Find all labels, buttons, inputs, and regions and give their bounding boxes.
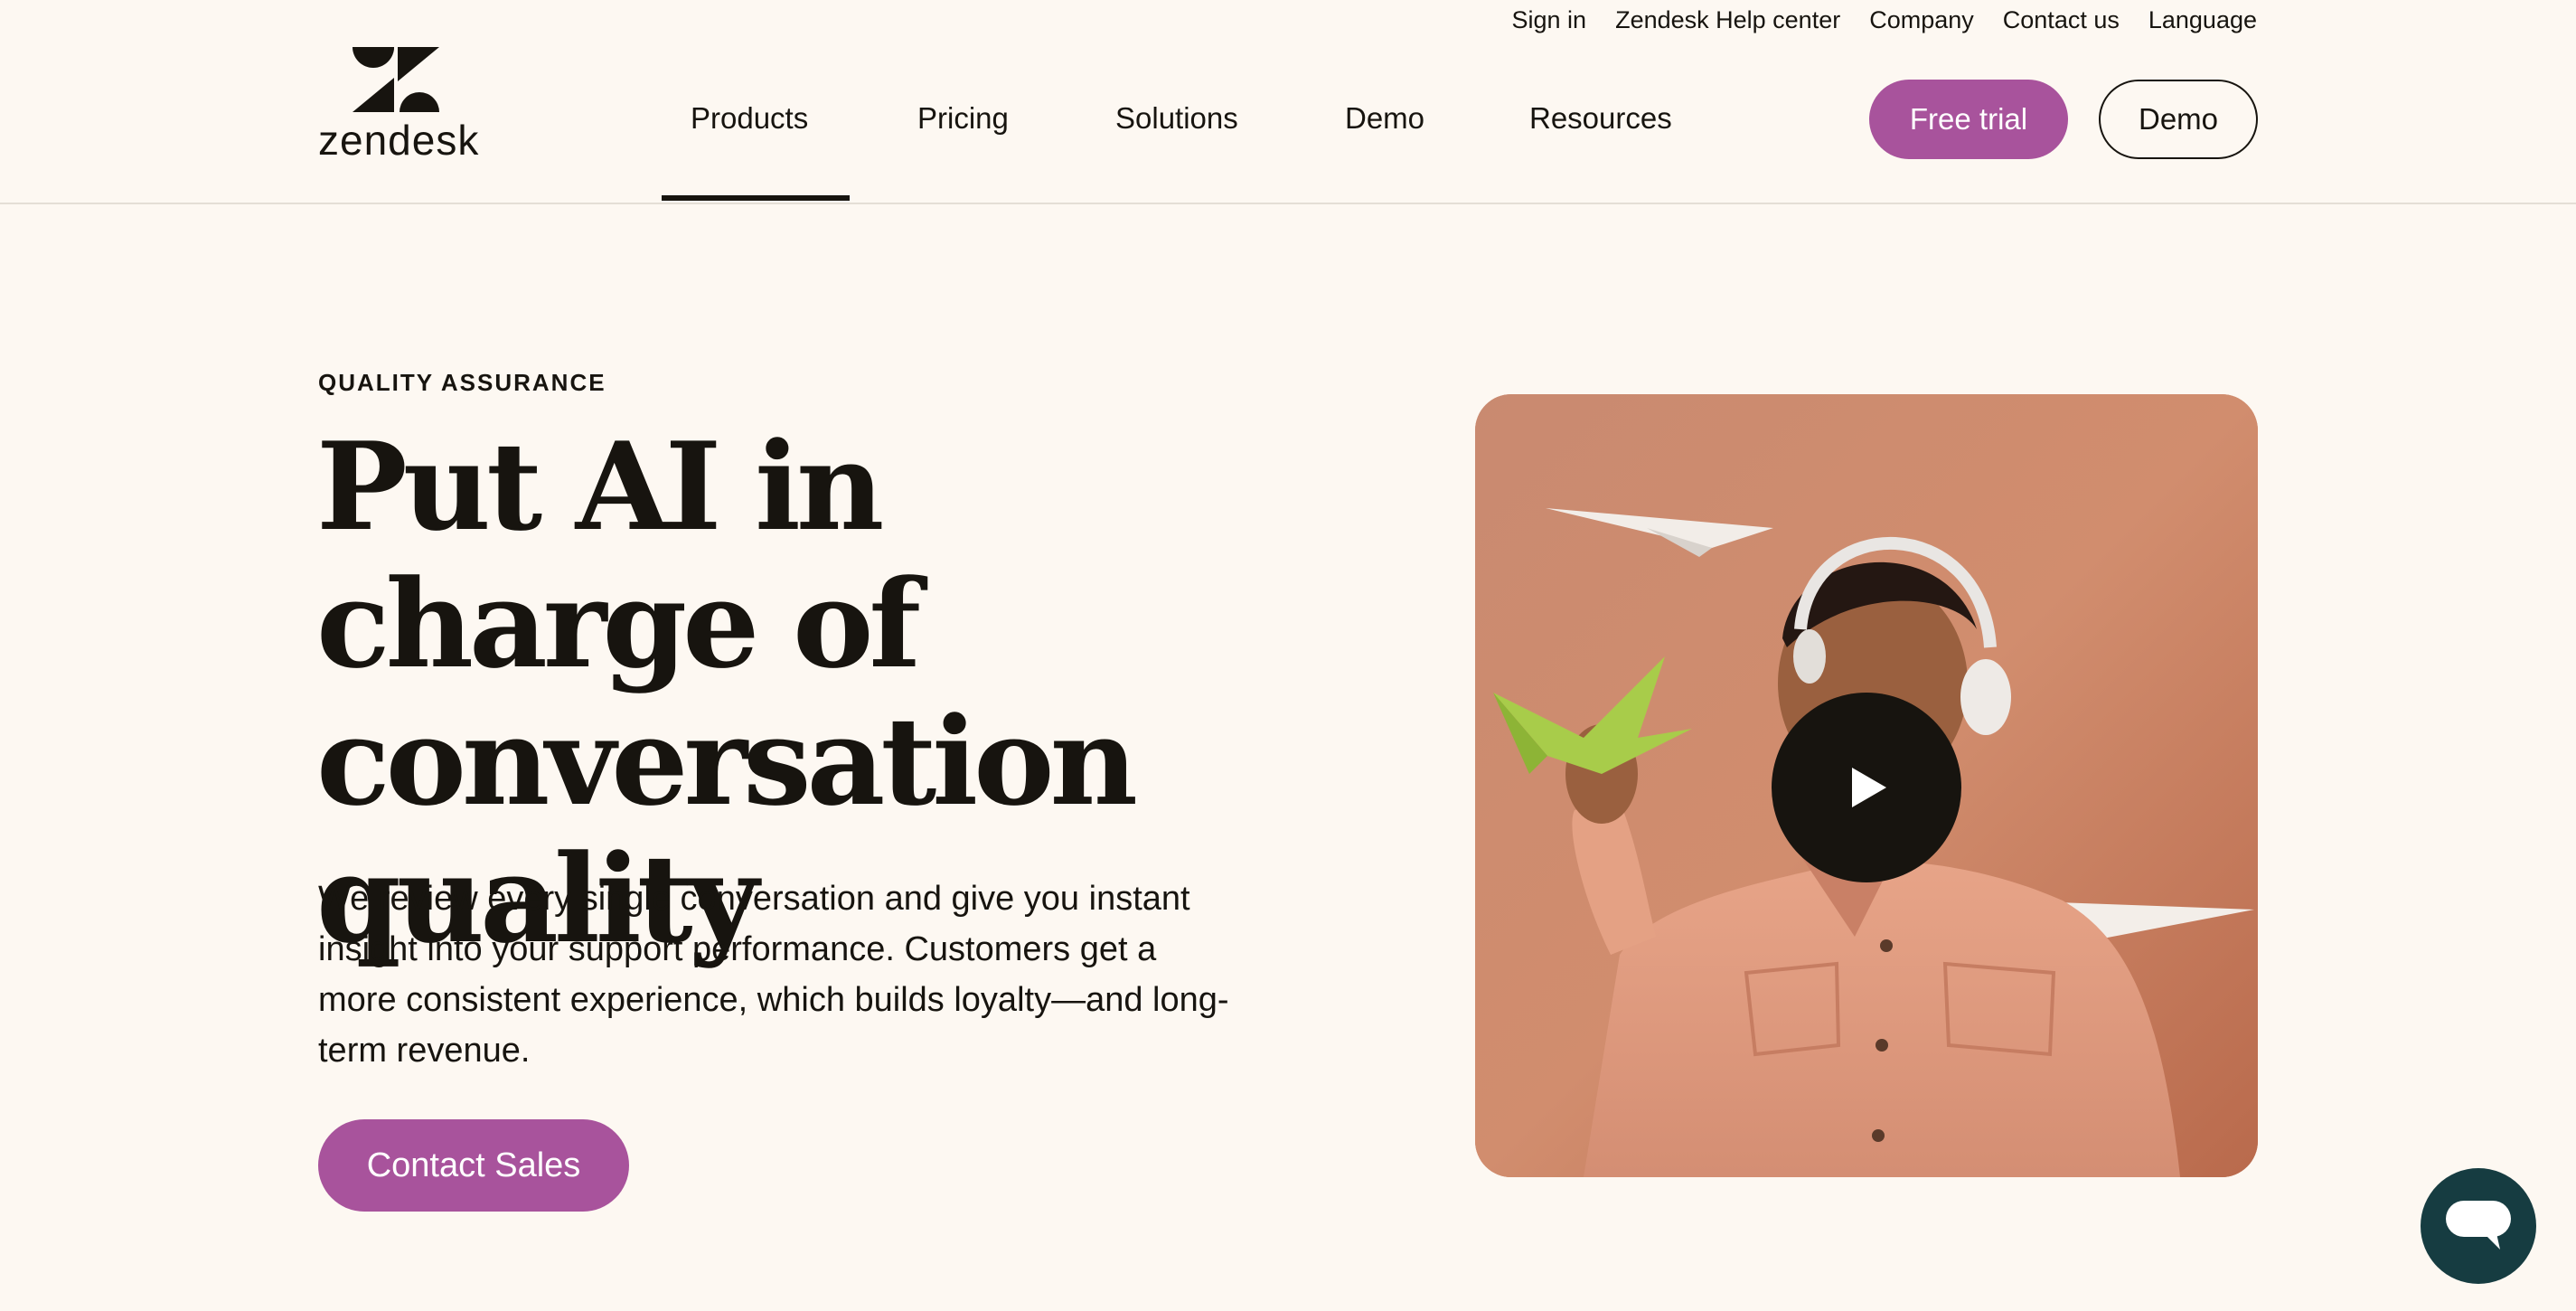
- header-divider: [0, 203, 2576, 204]
- chat-bubble-icon: [2446, 1201, 2511, 1250]
- demo-button[interactable]: Demo: [2099, 80, 2258, 159]
- nav-active-indicator: [662, 195, 850, 201]
- contact-us-link[interactable]: Contact us: [2003, 6, 2120, 34]
- contact-sales-button[interactable]: Contact Sales: [318, 1119, 629, 1212]
- help-center-link[interactable]: Zendesk Help center: [1615, 6, 1840, 34]
- nav-item-resources[interactable]: Resources: [1529, 101, 1672, 136]
- sign-in-link[interactable]: Sign in: [1512, 6, 1587, 34]
- play-icon: [1852, 768, 1886, 807]
- nav-item-pricing[interactable]: Pricing: [917, 101, 1009, 136]
- hero-eyebrow: QUALITY ASSURANCE: [318, 369, 606, 396]
- play-button[interactable]: [1772, 693, 1961, 882]
- utility-nav: Sign in Zendesk Help center Company Cont…: [1512, 0, 2257, 40]
- nav-item-solutions[interactable]: Solutions: [1115, 101, 1238, 136]
- company-link[interactable]: Company: [1869, 6, 1974, 34]
- free-trial-button[interactable]: Free trial: [1869, 80, 2068, 159]
- nav-item-demo[interactable]: Demo: [1345, 101, 1424, 136]
- hero-description: We review every single conversation and …: [318, 880, 1229, 1070]
- nav-item-products[interactable]: Products: [691, 101, 808, 136]
- language-link[interactable]: Language: [2148, 6, 2257, 34]
- hero-video[interactable]: [1475, 394, 2258, 1177]
- chat-widget-button[interactable]: [2421, 1168, 2536, 1284]
